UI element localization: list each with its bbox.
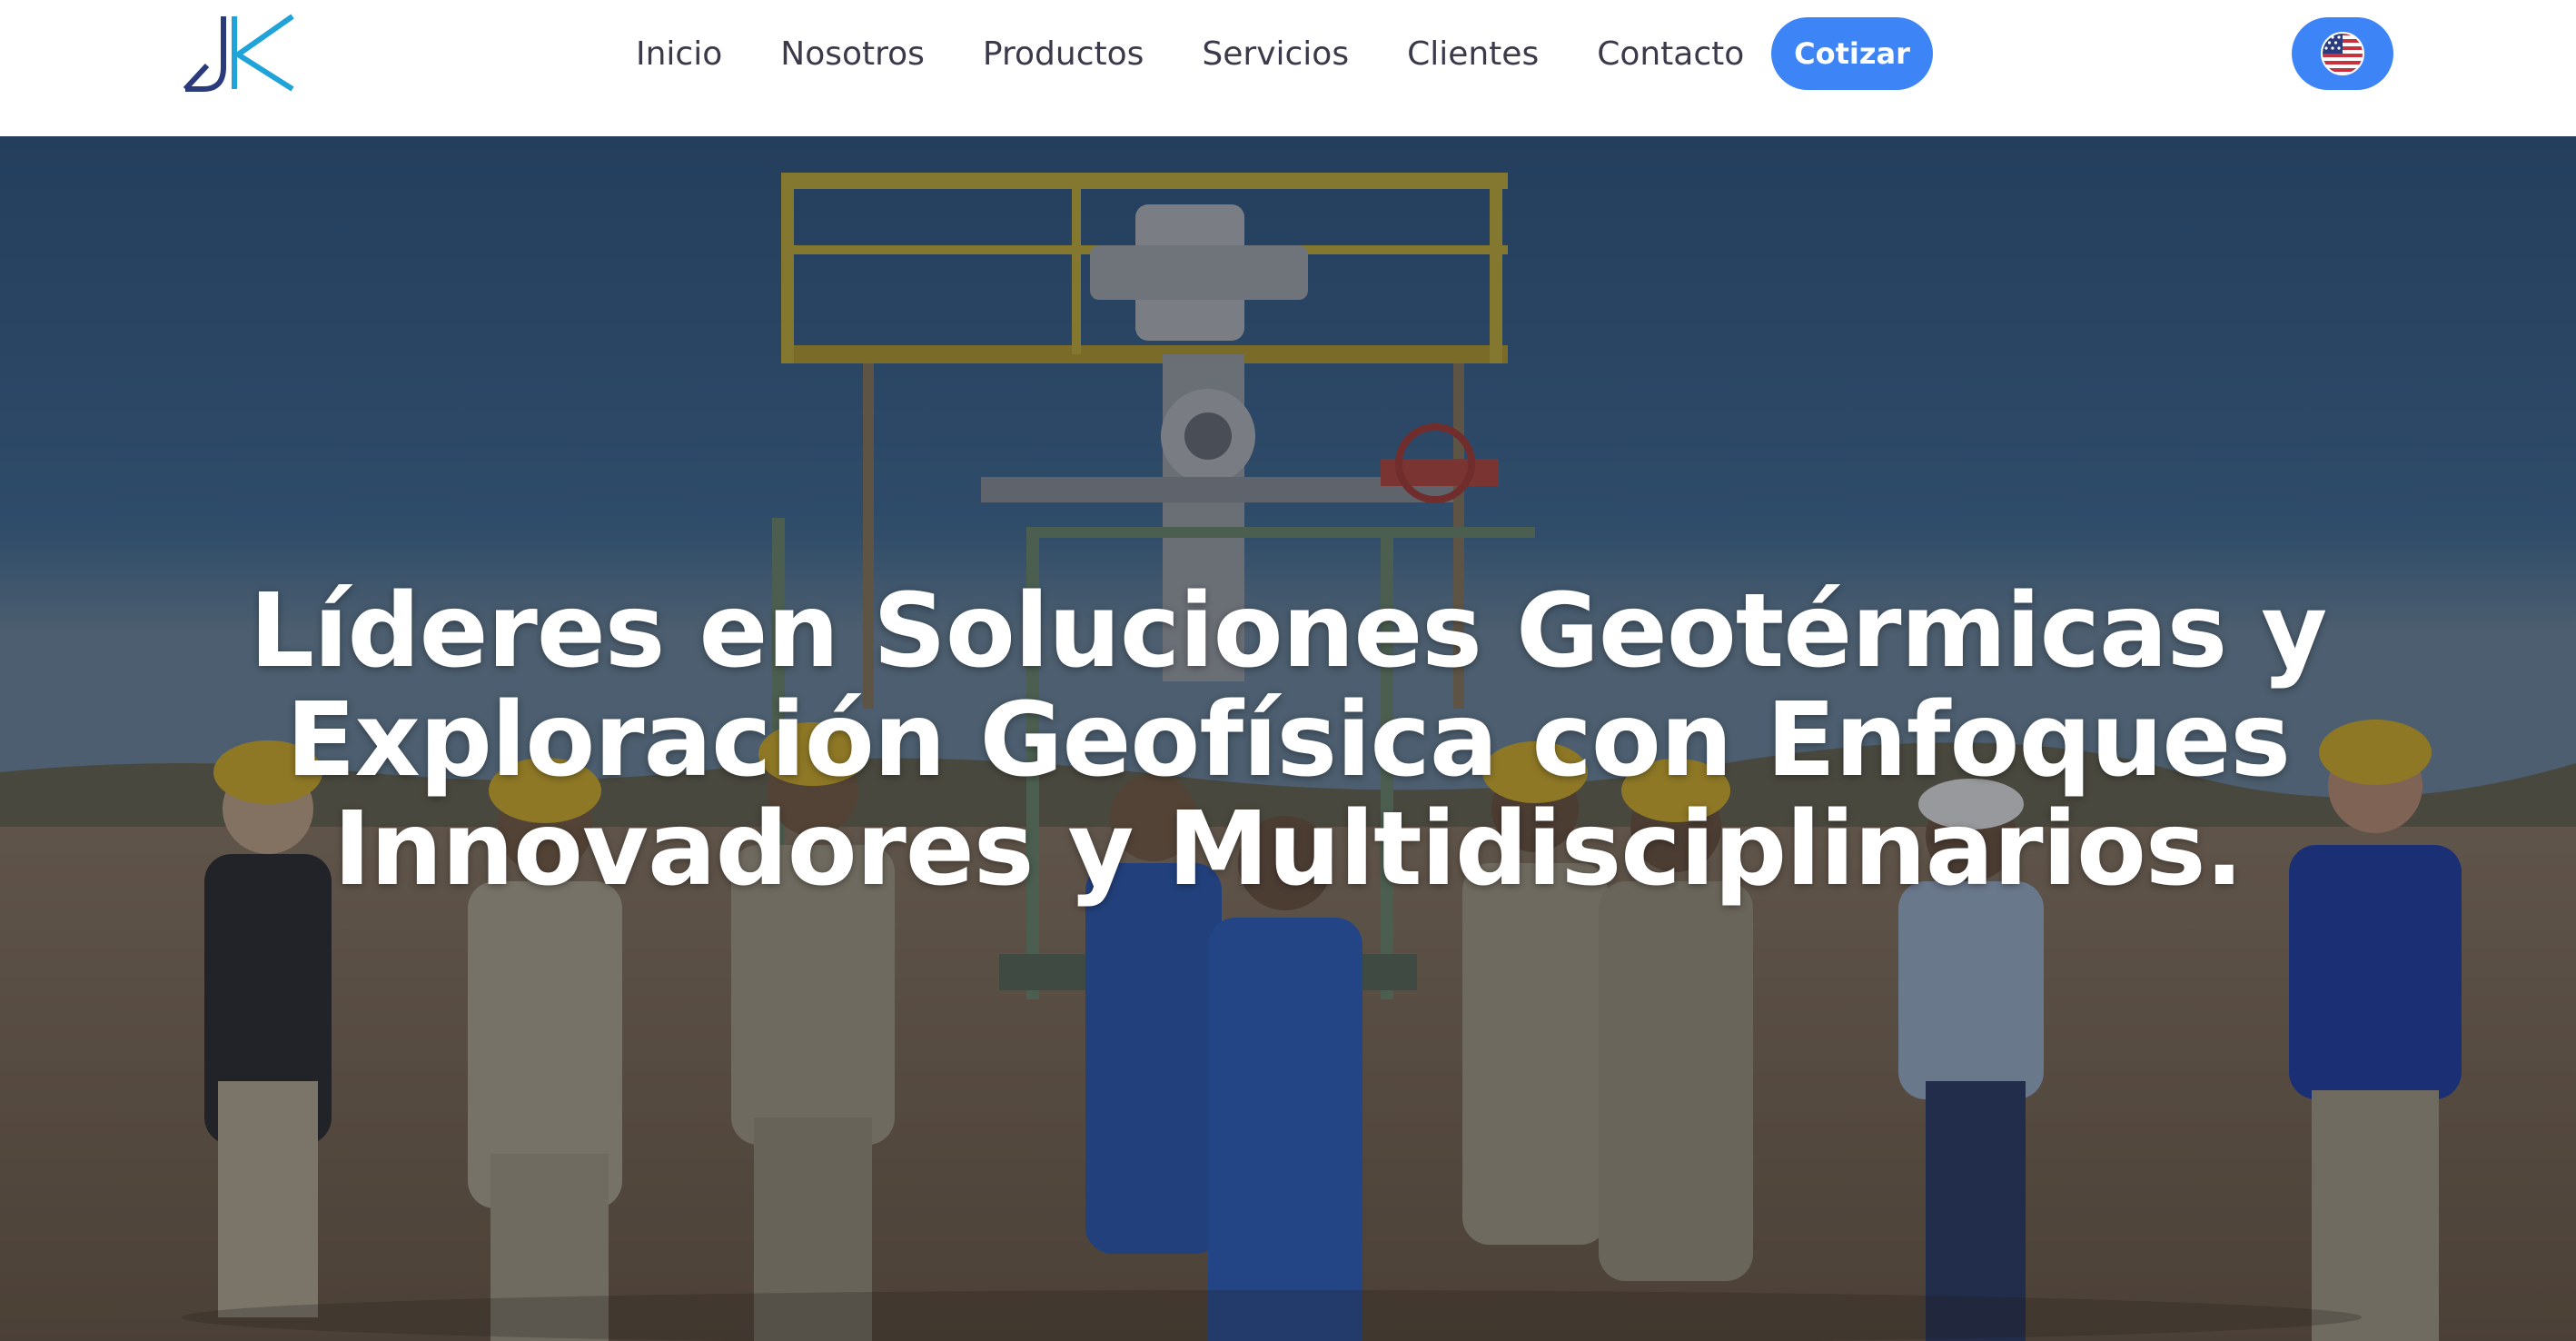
jk-logo-icon [183,14,294,92]
page: Inicio Nosotros Productos Servicios Clie… [0,0,2576,1341]
nav-nosotros[interactable]: Nosotros [780,35,925,73]
main-nav: Inicio Nosotros Productos Servicios Clie… [636,0,1802,107]
hero-section: Líderes en Soluciones Geotérmicas y Expl… [0,136,2576,1341]
site-header: Inicio Nosotros Productos Servicios Clie… [0,0,2576,136]
nav-productos[interactable]: Productos [983,35,1144,73]
hero-title: Líderes en Soluciones Geotérmicas y Expl… [249,572,2328,909]
nav-contacto[interactable]: Contacto [1597,35,1744,73]
us-flag-icon [2321,32,2364,75]
cotizar-button[interactable]: Cotizar [1771,17,1933,90]
logo[interactable] [182,13,300,93]
language-button[interactable] [2292,17,2393,90]
nav-servicios[interactable]: Servicios [1202,35,1349,73]
nav-inicio[interactable]: Inicio [636,35,722,73]
nav-clientes[interactable]: Clientes [1407,35,1539,73]
